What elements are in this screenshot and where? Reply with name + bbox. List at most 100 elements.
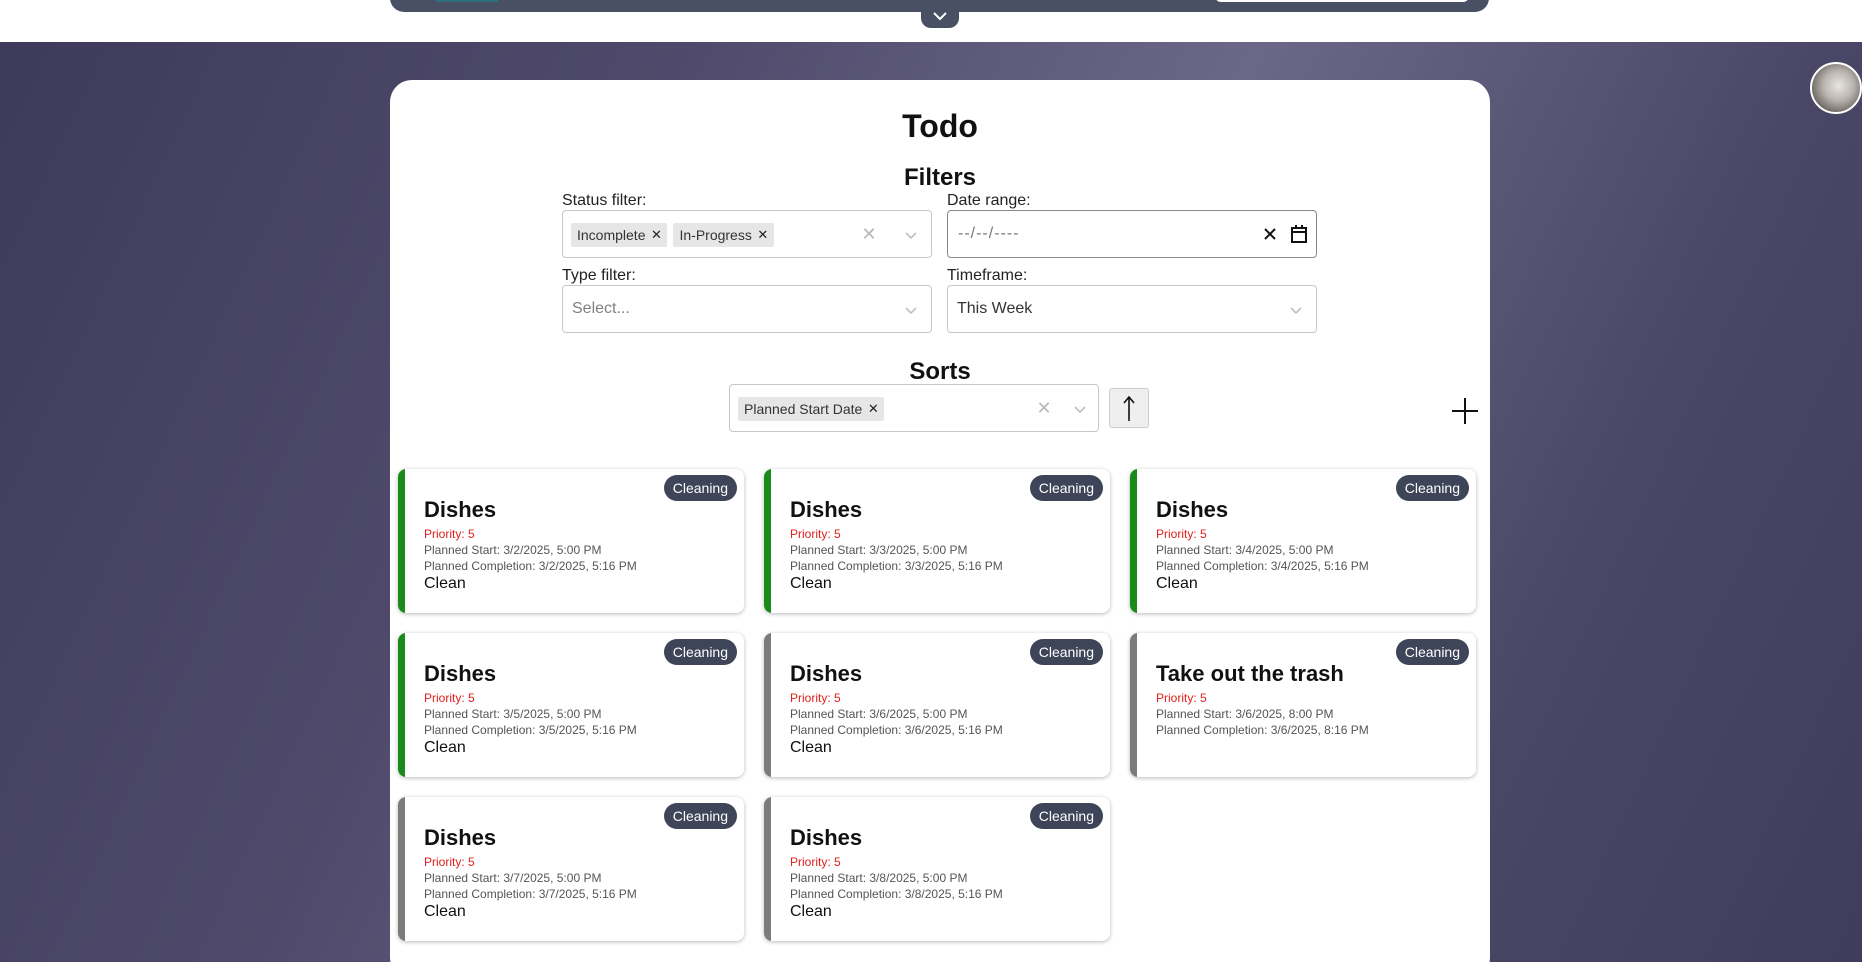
task-card[interactable]: Cleaning Dishes Priority: 5 Planned Star… bbox=[398, 797, 744, 941]
chip-label: Planned Start Date bbox=[744, 401, 863, 417]
sort-select[interactable]: Planned Start Date ✕ ✕ bbox=[729, 384, 1099, 432]
task-priority: Priority: 5 bbox=[424, 855, 475, 869]
task-card[interactable]: Cleaning Dishes Priority: 5 Planned Star… bbox=[398, 633, 744, 777]
status-bar bbox=[764, 633, 771, 777]
clear-icon[interactable]: ✕ bbox=[1034, 398, 1054, 419]
category-badge: Cleaning bbox=[1029, 803, 1103, 829]
task-planned-completion: Planned Completion: 3/7/2025, 5:16 PM bbox=[424, 887, 637, 901]
filters-heading: Filters bbox=[903, 164, 977, 191]
category-badge: Cleaning bbox=[1395, 639, 1469, 665]
arrow-up-icon bbox=[1123, 395, 1135, 421]
status-bar bbox=[398, 633, 405, 777]
timeframe-select[interactable]: This Week bbox=[947, 285, 1317, 333]
task-priority: Priority: 5 bbox=[790, 691, 841, 705]
task-planned-completion: Planned Completion: 3/4/2025, 5:16 PM bbox=[1156, 559, 1369, 573]
status-bar bbox=[398, 797, 405, 941]
task-title: Dishes bbox=[424, 661, 497, 686]
task-planned-start: Planned Start: 3/8/2025, 5:00 PM bbox=[790, 871, 968, 885]
task-priority: Priority: 5 bbox=[790, 855, 841, 869]
chip-label: Incomplete bbox=[577, 227, 646, 243]
task-card[interactable]: Cleaning Dishes Priority: 5 Planned Star… bbox=[398, 469, 744, 613]
task-card[interactable]: Cleaning Dishes Priority: 5 Planned Star… bbox=[764, 633, 1110, 777]
status-bar bbox=[1130, 469, 1137, 613]
task-card[interactable]: Cleaning Dishes Priority: 5 Planned Star… bbox=[764, 797, 1110, 941]
category-badge: Cleaning bbox=[663, 639, 737, 665]
page-title: Todo bbox=[902, 108, 978, 144]
task-planned-completion: Planned Completion: 3/8/2025, 5:16 PM bbox=[790, 887, 1003, 901]
timeframe-label: Timeframe: bbox=[947, 267, 1028, 284]
avatar[interactable] bbox=[1810, 62, 1862, 114]
plus-icon[interactable] bbox=[1450, 396, 1480, 426]
task-planned-start: Planned Start: 3/4/2025, 5:00 PM bbox=[1156, 543, 1334, 557]
task-title: Dishes bbox=[790, 497, 863, 522]
status-chip-incomplete: Incomplete ✕ bbox=[571, 223, 668, 247]
task-title: Dishes bbox=[424, 825, 497, 850]
task-title: Dishes bbox=[424, 497, 497, 522]
category-badge: Cleaning bbox=[1395, 475, 1469, 501]
task-type: Clean bbox=[424, 739, 466, 756]
nav-toggle-button[interactable] bbox=[921, 4, 959, 28]
date-range-input[interactable]: --/--/---- bbox=[947, 210, 1317, 258]
status-filter-select[interactable]: Incomplete ✕ In-Progress ✕ ✕ bbox=[562, 210, 932, 258]
status-chip-in-progress: In-Progress ✕ bbox=[673, 223, 774, 247]
task-type: Clean bbox=[790, 903, 832, 920]
task-planned-start: Planned Start: 3/7/2025, 5:00 PM bbox=[424, 871, 602, 885]
chevron-down-icon[interactable] bbox=[901, 300, 921, 320]
task-planned-completion: Planned Completion: 3/5/2025, 5:16 PM bbox=[424, 723, 637, 737]
task-planned-start: Planned Start: 3/2/2025, 5:00 PM bbox=[424, 543, 602, 557]
task-title: Dishes bbox=[1156, 497, 1229, 522]
status-filter-label: Status filter: bbox=[562, 192, 647, 209]
task-planned-start: Planned Start: 3/6/2025, 8:00 PM bbox=[1156, 707, 1334, 721]
task-title: Dishes bbox=[790, 661, 863, 686]
task-title: Dishes bbox=[790, 825, 863, 850]
task-type: Clean bbox=[790, 739, 832, 756]
task-card[interactable]: Cleaning Take out the trash Priority: 5 … bbox=[1130, 633, 1476, 777]
type-filter-label: Type filter: bbox=[562, 267, 636, 284]
status-bar bbox=[764, 797, 771, 941]
chip-remove-icon[interactable]: ✕ bbox=[645, 227, 667, 243]
task-type: Clean bbox=[1156, 575, 1198, 592]
task-priority: Priority: 5 bbox=[1156, 691, 1207, 705]
task-planned-completion: Planned Completion: 3/3/2025, 5:16 PM bbox=[790, 559, 1003, 573]
chip-label: In-Progress bbox=[679, 227, 752, 243]
clear-date-icon[interactable] bbox=[1262, 226, 1278, 242]
timeframe-value: This Week bbox=[957, 300, 1033, 317]
task-title: Take out the trash bbox=[1156, 661, 1344, 686]
task-planned-completion: Planned Completion: 3/6/2025, 5:16 PM bbox=[790, 723, 1003, 737]
task-priority: Priority: 5 bbox=[424, 527, 475, 541]
chip-remove-icon[interactable]: ✕ bbox=[752, 227, 774, 243]
status-bar bbox=[398, 469, 405, 613]
chevron-down-icon[interactable] bbox=[901, 225, 921, 245]
category-badge: Cleaning bbox=[663, 803, 737, 829]
chevron-down-icon[interactable] bbox=[1070, 399, 1090, 419]
chevron-down-icon bbox=[933, 12, 947, 21]
task-priority: Priority: 5 bbox=[424, 691, 475, 705]
nav-search-input[interactable] bbox=[1215, 0, 1469, 2]
calendar-icon[interactable] bbox=[1290, 224, 1308, 244]
task-priority: Priority: 5 bbox=[790, 527, 841, 541]
sorts-heading: Sorts bbox=[909, 358, 971, 385]
task-priority: Priority: 5 bbox=[1156, 527, 1207, 541]
status-bar bbox=[764, 469, 771, 613]
task-type: Clean bbox=[424, 903, 466, 920]
task-planned-start: Planned Start: 3/5/2025, 5:00 PM bbox=[424, 707, 602, 721]
chevron-down-icon[interactable] bbox=[1286, 300, 1306, 320]
status-bar bbox=[1130, 633, 1137, 777]
task-card[interactable]: Cleaning Dishes Priority: 5 Planned Star… bbox=[764, 469, 1110, 613]
task-planned-completion: Planned Completion: 3/6/2025, 8:16 PM bbox=[1156, 723, 1369, 737]
category-badge: Cleaning bbox=[1029, 475, 1103, 501]
type-filter-placeholder: Select... bbox=[572, 300, 630, 317]
task-card[interactable]: Cleaning Dishes Priority: 5 Planned Star… bbox=[1130, 469, 1476, 613]
sort-direction-button[interactable] bbox=[1109, 388, 1149, 428]
task-type: Clean bbox=[790, 575, 832, 592]
task-planned-completion: Planned Completion: 3/2/2025, 5:16 PM bbox=[424, 559, 637, 573]
category-badge: Cleaning bbox=[1029, 639, 1103, 665]
date-range-value: --/--/---- bbox=[958, 225, 1020, 242]
chip-remove-icon[interactable]: ✕ bbox=[862, 401, 884, 417]
todo-panel: Todo Filters Status filter: Incomplete ✕… bbox=[390, 80, 1490, 980]
task-planned-start: Planned Start: 3/6/2025, 5:00 PM bbox=[790, 707, 968, 721]
clear-icon[interactable]: ✕ bbox=[859, 224, 879, 245]
task-planned-start: Planned Start: 3/3/2025, 5:00 PM bbox=[790, 543, 968, 557]
type-filter-select[interactable]: Select... bbox=[562, 285, 932, 333]
sort-chip-planned-start: Planned Start Date ✕ bbox=[738, 397, 885, 421]
